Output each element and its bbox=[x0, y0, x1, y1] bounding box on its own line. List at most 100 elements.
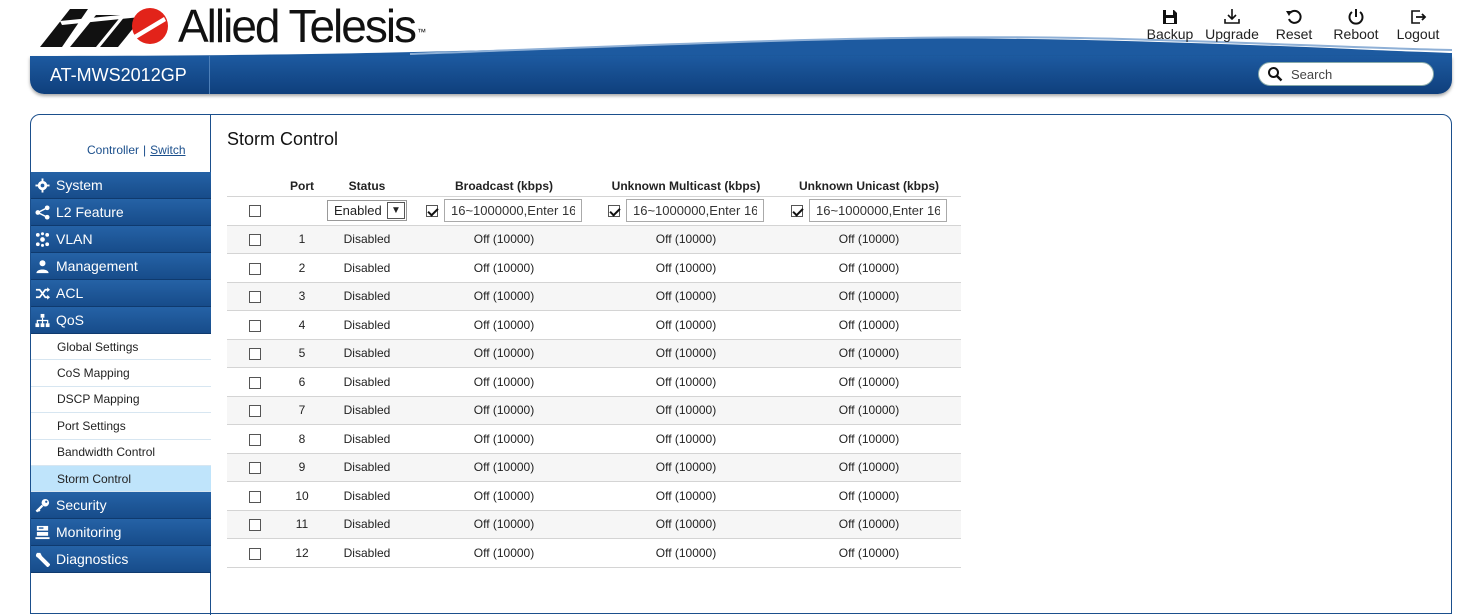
sidebar-item-diagnostics[interactable]: Diagnostics bbox=[31, 546, 211, 574]
sidebar-subitem-global-settings[interactable]: Global Settings bbox=[31, 334, 211, 361]
shuffle-icon bbox=[35, 286, 50, 300]
table-row[interactable]: 2 Disabled Off (10000) Off (10000) Off (1000… bbox=[227, 253, 961, 283]
logout-button[interactable]: Logout bbox=[1392, 8, 1444, 42]
row-select-checkbox[interactable] bbox=[249, 433, 261, 446]
brand-logo: Allied Telesis ™ bbox=[40, 3, 426, 49]
download-icon bbox=[1224, 9, 1240, 24]
port-cell: 11 bbox=[283, 510, 321, 539]
row-select-checkbox[interactable] bbox=[249, 291, 261, 304]
row-select-cell bbox=[227, 396, 283, 425]
broadcast-cell: Off (10000) bbox=[413, 253, 595, 283]
multicast-enable-checkbox[interactable] bbox=[608, 204, 620, 217]
row-select-cell bbox=[227, 367, 283, 397]
controller-link[interactable]: Controller bbox=[87, 143, 139, 157]
search-input[interactable] bbox=[1289, 65, 1419, 83]
port-cell: 10 bbox=[283, 481, 321, 511]
broadcast-enable-checkbox[interactable] bbox=[426, 204, 438, 217]
table-row[interactable]: 9 Disabled Off (10000) Off (10000) Off (1000… bbox=[227, 453, 961, 482]
table-row[interactable]: 10 Disabled Off (10000) Off (10000) Off (100… bbox=[227, 481, 961, 511]
row-select-cell bbox=[227, 282, 283, 311]
sidebar-item-label: QoS bbox=[56, 312, 85, 328]
select-all-checkbox[interactable] bbox=[249, 205, 261, 218]
bulk-port-cell bbox=[283, 196, 321, 226]
app-header: Allied Telesis ™ Backup Upgrade Reset Reb… bbox=[0, 0, 1484, 100]
multicast-cell: Off (10000) bbox=[595, 310, 777, 340]
broadcast-cell: Off (10000) bbox=[413, 453, 595, 482]
sidebar: Controller | Switch System L2 Feature VLAN… bbox=[31, 115, 211, 615]
search-box[interactable] bbox=[1258, 62, 1434, 86]
reboot-button[interactable]: Reboot bbox=[1330, 8, 1382, 42]
sidebar-subitem-cos-mapping[interactable]: CoS Mapping bbox=[31, 360, 211, 387]
status-cell: Disabled bbox=[321, 282, 413, 311]
backup-button[interactable]: Backup bbox=[1144, 8, 1196, 42]
row-select-cell bbox=[227, 481, 283, 511]
multicast-rate-input[interactable] bbox=[626, 199, 764, 222]
allied-telesis-logo-mark bbox=[40, 8, 168, 47]
multicast-cell: Off (10000) bbox=[595, 424, 777, 454]
row-select-cell bbox=[227, 538, 283, 568]
sidebar-item-acl[interactable]: ACL bbox=[31, 280, 211, 307]
sidebar-subitem-bandwidth-control[interactable]: Bandwidth Control bbox=[31, 439, 211, 466]
port-cell: 7 bbox=[283, 396, 321, 425]
status-cell: Disabled bbox=[321, 510, 413, 539]
chevron-down-icon: ▼ bbox=[387, 202, 405, 219]
reboot-label: Reboot bbox=[1333, 26, 1379, 42]
reset-button[interactable]: Reset bbox=[1268, 8, 1320, 42]
row-select-checkbox[interactable] bbox=[249, 376, 261, 389]
table-row[interactable]: 12 Disabled Off (10000) Off (10000) Off (100… bbox=[227, 538, 961, 568]
table-row[interactable]: 6 Disabled Off (10000) Off (10000) Off (1000… bbox=[227, 367, 961, 397]
row-select-checkbox[interactable] bbox=[249, 462, 261, 475]
multicast-cell: Off (10000) bbox=[595, 481, 777, 511]
row-select-checkbox[interactable] bbox=[249, 405, 261, 418]
table-row[interactable]: 5 Disabled Off (10000) Off (10000) Off (1000… bbox=[227, 339, 961, 368]
row-select-checkbox[interactable] bbox=[249, 348, 261, 361]
row-select-checkbox[interactable] bbox=[249, 319, 261, 332]
multicast-cell: Off (10000) bbox=[595, 282, 777, 311]
table-row[interactable]: 3 Disabled Off (10000) Off (10000) Off (1000… bbox=[227, 282, 961, 311]
upgrade-button[interactable]: Upgrade bbox=[1205, 8, 1259, 42]
unicast-enable-checkbox[interactable] bbox=[791, 204, 803, 217]
bulk-edit-row: Enabled ▼ bbox=[227, 196, 961, 226]
row-select-checkbox[interactable] bbox=[249, 234, 261, 247]
port-cell: 3 bbox=[283, 282, 321, 311]
table-row[interactable]: 11 Disabled Off (10000) Off (10000) Off (100… bbox=[227, 510, 961, 539]
multicast-cell: Off (10000) bbox=[595, 510, 777, 539]
sidebar-item-management[interactable]: Management bbox=[31, 253, 211, 280]
port-cell: 9 bbox=[283, 453, 321, 482]
sidebar-subitem-port-settings[interactable]: Port Settings bbox=[31, 413, 211, 440]
sidebar-item-label: Diagnostics bbox=[56, 551, 129, 568]
sidebar-item-monitoring[interactable]: Monitoring bbox=[31, 519, 211, 547]
sidebar-subitem-dscp-mapping[interactable]: DSCP Mapping bbox=[31, 386, 211, 414]
table-row[interactable]: 8 Disabled Off (10000) Off (10000) Off (1000… bbox=[227, 424, 961, 454]
backup-label: Backup bbox=[1146, 26, 1194, 42]
sidebar-item-system[interactable]: System bbox=[31, 172, 211, 199]
port-cell: 6 bbox=[283, 367, 321, 397]
switch-link[interactable]: Switch bbox=[150, 143, 185, 157]
table-row[interactable]: 7 Disabled Off (10000) Off (10000) Off (1000… bbox=[227, 396, 961, 425]
multicast-cell: Off (10000) bbox=[595, 225, 777, 254]
broadcast-rate-input[interactable] bbox=[444, 199, 582, 222]
table-row[interactable]: 1 Disabled Off (10000) Off (10000) Off (1000… bbox=[227, 225, 961, 254]
sidebar-item-l2-feature[interactable]: L2 Feature bbox=[31, 199, 211, 226]
row-select-checkbox[interactable] bbox=[249, 490, 261, 503]
row-select-checkbox[interactable] bbox=[249, 547, 261, 560]
unicast-cell: Off (10000) bbox=[777, 225, 961, 254]
unicast-rate-input[interactable] bbox=[809, 199, 947, 222]
share-icon bbox=[35, 204, 50, 220]
table-row[interactable]: 4 Disabled Off (10000) Off (10000) Off (1000… bbox=[227, 310, 961, 340]
sidebar-item-vlan[interactable]: VLAN bbox=[31, 226, 211, 253]
sidebar-item-qos[interactable]: QoS bbox=[31, 307, 211, 334]
row-select-checkbox[interactable] bbox=[249, 262, 261, 275]
broadcast-cell: Off (10000) bbox=[413, 424, 595, 454]
sidebar-item-label: ACL bbox=[56, 285, 84, 301]
sidebar-item-security[interactable]: Security bbox=[31, 492, 211, 520]
broadcast-cell: Off (10000) bbox=[413, 510, 595, 539]
logout-icon bbox=[1411, 10, 1427, 24]
row-select-cell bbox=[227, 339, 283, 368]
sidebar-subitem-storm-control[interactable]: Storm Control bbox=[31, 465, 211, 493]
unicast-cell: Off (10000) bbox=[777, 481, 961, 511]
sidebar-nav: System L2 Feature VLAN Management ACL Qo… bbox=[31, 172, 211, 574]
row-select-checkbox[interactable] bbox=[249, 519, 261, 532]
bulk-status-select[interactable]: Enabled ▼ bbox=[327, 200, 407, 221]
status-cell: Disabled bbox=[321, 424, 413, 454]
